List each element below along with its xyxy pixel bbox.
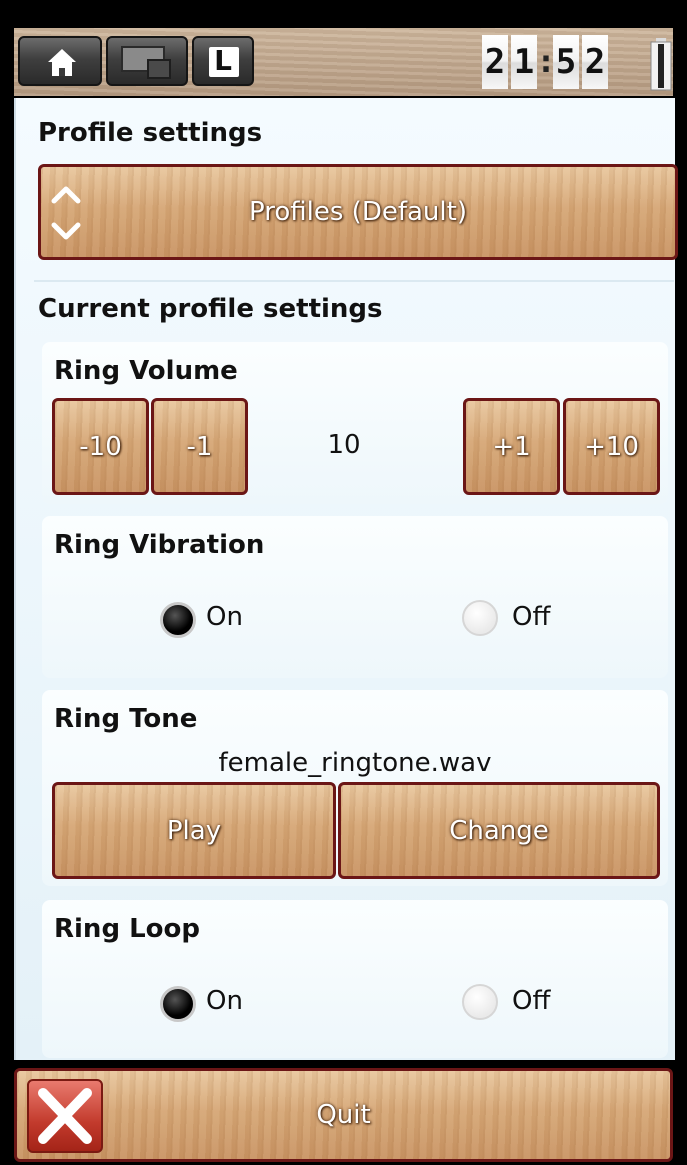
profile-arrows: [51, 186, 81, 240]
vibration-on-label[interactable]: On: [206, 602, 243, 632]
play-button[interactable]: Play: [52, 782, 336, 879]
chevron-down-icon: [51, 222, 81, 240]
ring-tone-filename: female_ringtone.wav: [218, 748, 492, 778]
l-button[interactable]: L: [192, 36, 254, 86]
ring-tone-card: Ring Tone female_ringtone.wav Play Chang…: [42, 690, 668, 886]
close-icon-glyph: [38, 1088, 92, 1144]
vibration-off-radio[interactable]: [462, 600, 498, 636]
change-button[interactable]: Change: [338, 782, 660, 879]
profile-settings-title: Profile settings: [38, 118, 263, 148]
volume-minus-1-button[interactable]: -1: [151, 398, 248, 495]
ring-vibration-card: Ring Vibration On Off: [42, 516, 668, 678]
ring-loop-card: Ring Loop On Off: [42, 900, 668, 1058]
loop-on-label[interactable]: On: [206, 986, 243, 1016]
quit-label-text: Quit: [316, 1100, 371, 1130]
vibration-on-radio[interactable]: [160, 602, 196, 638]
volume-minus-10-button[interactable]: -10: [52, 398, 149, 495]
vibration-off-label[interactable]: Off: [512, 602, 550, 632]
window-switch-button[interactable]: [106, 36, 188, 86]
divider: [34, 280, 674, 282]
play-label: Play: [166, 815, 222, 846]
ring-tone-title: Ring Tone: [54, 704, 198, 734]
settings-panel: Profile settings Profiles (Default) Curr…: [14, 98, 678, 1060]
ring-loop-title: Ring Loop: [54, 914, 201, 944]
loop-off-label[interactable]: Off: [512, 986, 550, 1016]
loop-on-radio[interactable]: [160, 986, 196, 1022]
clock-digit: 5: [553, 35, 579, 89]
clock-digit: 1: [511, 35, 537, 89]
volume-minus-1-label: -1: [186, 431, 213, 462]
loop-off-radio[interactable]: [462, 984, 498, 1020]
volume-plus-1-button[interactable]: +1: [463, 398, 560, 495]
battery-icon: [650, 38, 672, 91]
ring-volume-title: Ring Volume: [54, 356, 238, 386]
volume-plus-10-button[interactable]: +10: [563, 398, 660, 495]
chevron-up-icon: [51, 186, 81, 204]
clock-digit: 2: [582, 35, 608, 89]
volume-plus-1-label: +1: [492, 431, 531, 462]
home-button[interactable]: [18, 36, 102, 86]
clock-separator: :: [540, 44, 552, 80]
close-icon: [27, 1079, 103, 1153]
status-bar: L 2 1 : 5 2: [14, 28, 673, 96]
quit-button[interactable]: Quit: [14, 1068, 673, 1162]
window-switch-icon: [121, 46, 171, 79]
profile-selector-label: Profiles (Default): [249, 197, 467, 227]
l-label: L: [214, 44, 232, 77]
change-label: Change: [449, 815, 549, 846]
profile-selector-button[interactable]: Profiles (Default): [38, 164, 678, 260]
volume-minus-10-label: -10: [79, 431, 122, 462]
current-profile-title: Current profile settings: [38, 294, 383, 324]
ring-volume-card: Ring Volume -10 -1 10 +1 +10: [42, 342, 668, 504]
ring-vibration-title: Ring Vibration: [54, 530, 265, 560]
volume-plus-10-label: +10: [584, 431, 639, 462]
home-icon: [48, 49, 76, 76]
clock: 2 1 : 5 2: [482, 34, 611, 90]
volume-value: 10: [327, 430, 361, 460]
quit-label: Quit: [17, 1071, 670, 1159]
clock-digit: 2: [482, 35, 508, 89]
